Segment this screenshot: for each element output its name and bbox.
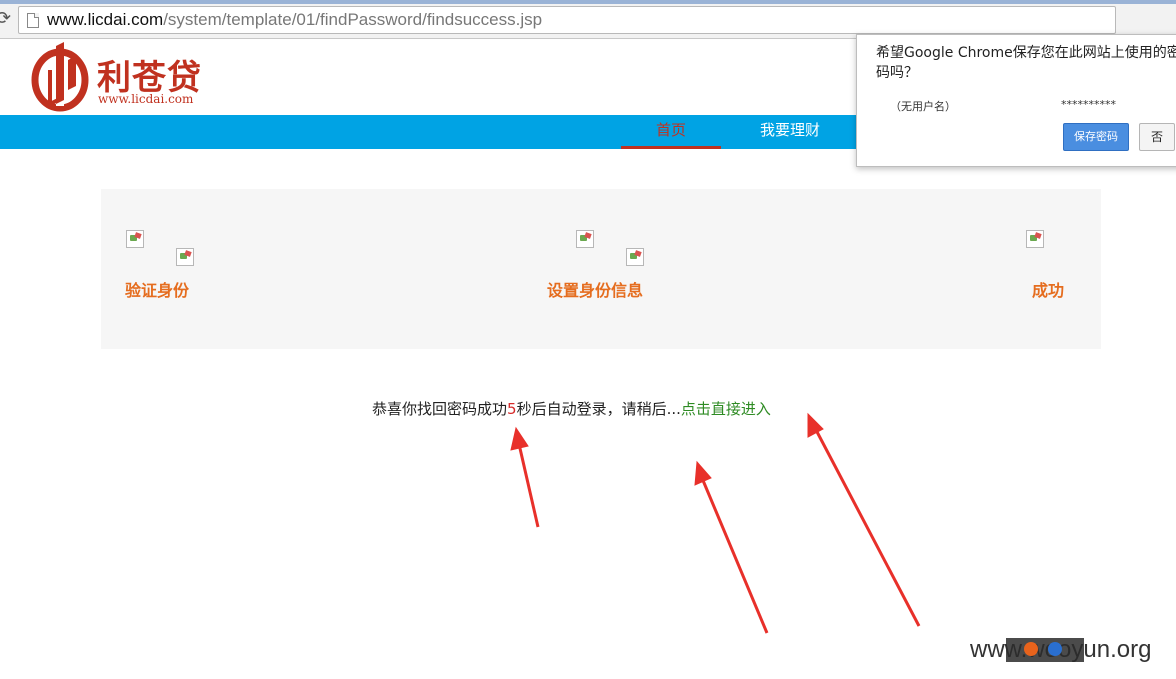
step-3-label: 成功 [1032,281,1065,300]
watermark-badge [1006,638,1084,662]
page-icon [27,13,39,28]
step-2-label: 设置身份信息 [547,281,644,300]
url-text: www.licdai.com/system/template/01/findPa… [47,10,542,30]
step-1-arrow-image [176,248,194,266]
nav-item-home[interactable]: 首页 [621,115,721,149]
url-host: www.licdai.com [47,10,164,29]
reload-icon[interactable]: ⟳ [0,8,11,29]
step-1-label: 验证身份 [125,281,190,300]
logo-icon[interactable] [30,40,96,112]
address-bar[interactable]: www.licdai.com/system/template/01/findPa… [18,6,1116,34]
logo-url: www.licdai.com [98,92,194,106]
nav-item-invest[interactable]: 我要理财 [740,115,840,149]
watermark-blue-icon [1048,642,1062,656]
watermark-orange-icon [1024,642,1038,656]
bubble-password: ********** [1061,98,1116,111]
save-password-bubble: 希望Google Chrome保存您在此网站上使用的密码吗？ （无用户名） **… [856,34,1176,167]
step-1-image [126,230,144,248]
bubble-title: 希望Google Chrome保存您在此网站上使用的密码吗？ [876,45,1176,81]
success-message: 恭喜你找回密码成功5秒后自动登录，请稍后...点击直接进入 [372,398,771,419]
save-password-button[interactable]: 保存密码 [1063,123,1129,151]
tab-strip [0,0,1176,4]
enter-directly-link[interactable]: 点击直接进入 [681,400,771,418]
no-button[interactable]: 否 [1139,123,1175,151]
url-path: /system/template/01/findPassword/findsuc… [163,10,543,29]
step-2-arrow-image [626,248,644,266]
step-3-image [1026,230,1044,248]
countdown-seconds: 5 [507,400,517,418]
message-prefix: 恭喜你找回密码成功 [372,400,508,418]
message-suffix: 秒后自动登录，请稍后... [516,400,681,418]
step-2-image [576,230,594,248]
progress-steps: 验证身份 设置身份信息 成功 [101,189,1101,349]
bubble-username: （无用户名） [890,100,956,113]
